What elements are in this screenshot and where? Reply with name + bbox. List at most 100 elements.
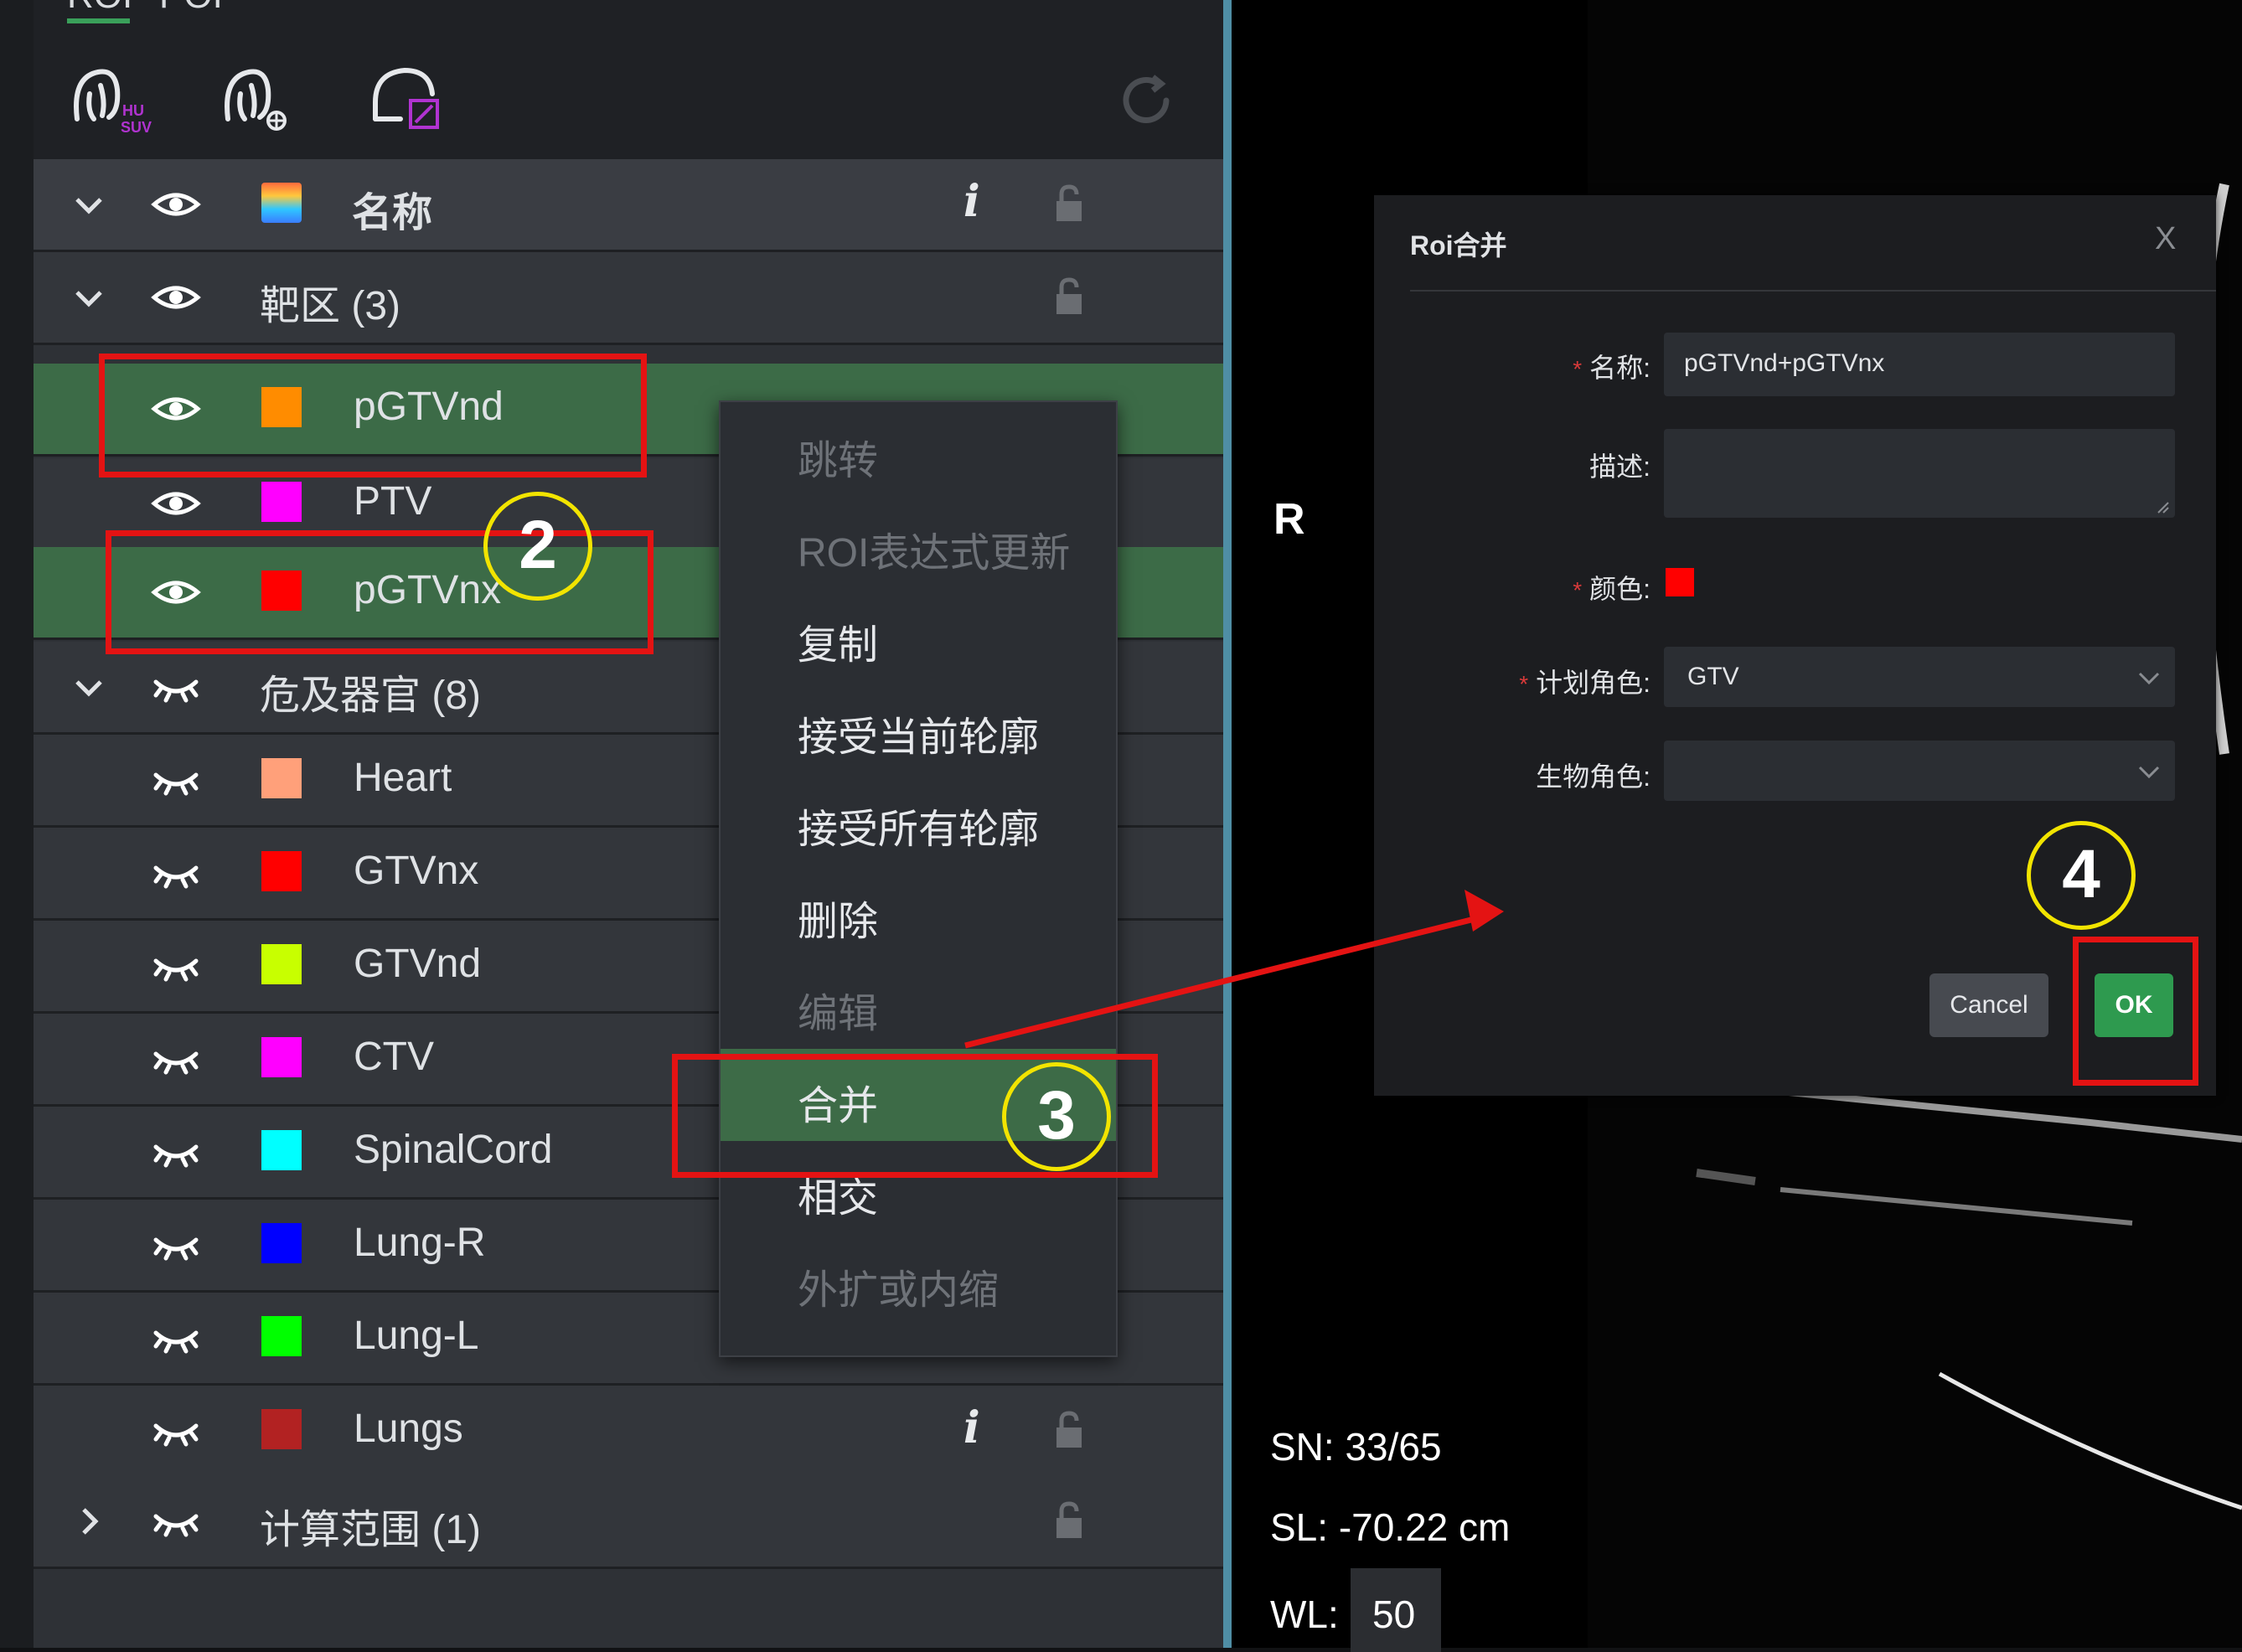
roi-name: Lungs <box>354 1407 463 1451</box>
menu-item-label: 接受所有轮廓 <box>798 808 1040 852</box>
close-icon[interactable]: X <box>2155 221 2176 257</box>
menu-item-label: 接受当前轮廓 <box>798 715 1040 760</box>
window-level-value[interactable]: 50 <box>1372 1592 1415 1637</box>
description-label: 描述: <box>1589 452 1651 482</box>
eye-closed-icon[interactable] <box>151 1132 201 1172</box>
context-menu: 跳转 ROI表达式更新 复制 接受当前轮廓 接受所有轮廓 删除 编辑 合并 相交 外扩或内缩 <box>719 400 1118 1357</box>
tab-roi[interactable]: ROI <box>67 0 132 17</box>
name-label: 名称: <box>1589 353 1651 383</box>
context-menu-item[interactable]: 删除 <box>721 865 1116 957</box>
organ-ai-icon[interactable] <box>220 60 303 136</box>
organ-hu-suv-icon[interactable]: HU SUV <box>69 60 152 136</box>
plan-role-value: GTV <box>1687 663 1739 690</box>
chevron-down-icon[interactable] <box>69 667 109 707</box>
context-menu-item[interactable]: 接受所有轮廓 <box>721 772 1116 865</box>
plan-role-label-row: * 计划角色: <box>1399 662 1651 700</box>
name-label-row: * 名称: <box>1399 347 1651 385</box>
active-tab-indicator <box>67 18 130 23</box>
roi-name: CTV <box>354 1035 434 1079</box>
group-label: 计算范围 (1) <box>260 1508 482 1552</box>
info-icon[interactable]: i <box>963 176 980 227</box>
context-menu-item[interactable]: 接受当前轮廓 <box>721 680 1116 772</box>
menu-item-label: 删除 <box>798 900 879 944</box>
panel-left-strip <box>0 0 34 1648</box>
name-input-value: pGTVnd+pGTVnx <box>1684 349 1885 377</box>
roi-name: GTVnd <box>354 942 482 986</box>
color-label: 颜色: <box>1589 574 1651 604</box>
info-icon[interactable]: i <box>963 1402 980 1453</box>
menu-item-label: 外扩或内缩 <box>798 1268 1000 1313</box>
context-menu-item[interactable]: ROI表达式更新 <box>721 496 1116 588</box>
roi-color-swatch[interactable] <box>261 1409 302 1449</box>
plan-role-select[interactable]: GTV <box>1664 647 2175 707</box>
dialog-title: Roi合并 <box>1410 230 1507 261</box>
refresh-icon[interactable] <box>1114 69 1178 132</box>
roi-row[interactable]: Lungs i <box>34 1386 1223 1479</box>
eye-closed-icon[interactable] <box>151 946 201 986</box>
description-textarea[interactable] <box>1664 429 2175 518</box>
roi-color-swatch[interactable] <box>261 944 302 984</box>
hu-badge: HU <box>122 102 144 119</box>
roi-name: GTVnx <box>354 849 479 893</box>
step-3-marker: 3 <box>1002 1062 1111 1171</box>
chevron-down-icon <box>2138 672 2160 685</box>
suv-badge: SUV <box>121 119 152 136</box>
roi-color-swatch[interactable] <box>261 851 302 891</box>
slice-location: SL: -70.22 cm <box>1270 1505 1511 1549</box>
orientation-label: R <box>1273 495 1305 544</box>
group-row-targets[interactable]: 靶区 (3) <box>34 252 1223 345</box>
chevron-down-icon[interactable] <box>69 184 109 225</box>
panel-divider[interactable] <box>1223 0 1232 1648</box>
highlight-box-pgtvnd <box>99 354 647 478</box>
name-input[interactable]: pGTVnd+pGTVnx <box>1664 333 2175 396</box>
unlock-icon[interactable] <box>1054 1501 1084 1540</box>
window-level-label: WL: <box>1270 1593 1339 1636</box>
required-mark: * <box>1573 356 1583 382</box>
roi-name: SpinalCord <box>354 1128 553 1172</box>
context-menu-item[interactable]: 编辑 <box>721 957 1116 1049</box>
roi-color-swatch[interactable] <box>261 1130 302 1170</box>
roi-color-swatch[interactable] <box>261 1316 302 1356</box>
roi-name: Lung-R <box>354 1221 486 1265</box>
unlock-icon[interactable] <box>1054 184 1084 223</box>
resize-handle-icon[interactable] <box>2157 501 2170 514</box>
roi-color-swatch[interactable] <box>261 1037 302 1077</box>
context-menu-item[interactable]: 复制 <box>721 588 1116 680</box>
roi-toolbar <box>34 0 1223 159</box>
context-menu-item[interactable]: 外扩或内缩 <box>721 1233 1116 1325</box>
context-menu-item[interactable]: 跳转 <box>721 404 1116 496</box>
tab-poi[interactable]: POI <box>159 0 223 17</box>
cancel-button[interactable]: Cancel <box>1929 973 2048 1037</box>
required-mark: * <box>1519 671 1529 697</box>
step-4-marker: 4 <box>2027 821 2136 930</box>
eye-closed-icon[interactable] <box>151 853 201 893</box>
eye-closed-icon[interactable] <box>151 667 201 707</box>
eye-closed-icon[interactable] <box>151 1501 201 1541</box>
menu-item-label: ROI表达式更新 <box>798 531 1071 576</box>
unlock-icon[interactable] <box>1054 1411 1084 1449</box>
chevron-down-icon <box>2138 766 2160 779</box>
chevron-right-icon[interactable] <box>69 1501 109 1541</box>
chevron-down-icon[interactable] <box>69 277 109 317</box>
eye-closed-icon[interactable] <box>151 760 201 800</box>
eye-closed-icon[interactable] <box>151 1411 201 1451</box>
roi-color-swatch[interactable] <box>261 1223 302 1263</box>
eye-closed-icon[interactable] <box>151 1318 201 1358</box>
group-row-calc-range[interactable]: 计算范围 (1) <box>34 1476 1223 1569</box>
eye-icon[interactable] <box>151 184 201 225</box>
eye-closed-icon[interactable] <box>151 1225 201 1265</box>
slice-number: SN: 33/65 <box>1270 1425 1442 1469</box>
bio-role-select[interactable] <box>1664 741 2175 801</box>
contour-edit-icon[interactable] <box>367 60 451 136</box>
eye-icon[interactable] <box>151 483 201 524</box>
roi-name: Lung-L <box>354 1314 479 1358</box>
eye-closed-icon[interactable] <box>151 1039 201 1079</box>
color-swatch[interactable] <box>1666 568 1694 596</box>
eye-icon[interactable] <box>151 277 201 317</box>
roi-color-swatch[interactable] <box>261 758 302 798</box>
roi-list-header: 名称 i <box>34 159 1223 252</box>
group-label: 危及器官 (8) <box>260 674 482 718</box>
unlock-icon[interactable] <box>1054 277 1084 316</box>
roi-color-swatch[interactable] <box>261 482 302 522</box>
menu-item-label: 跳转 <box>798 439 879 483</box>
